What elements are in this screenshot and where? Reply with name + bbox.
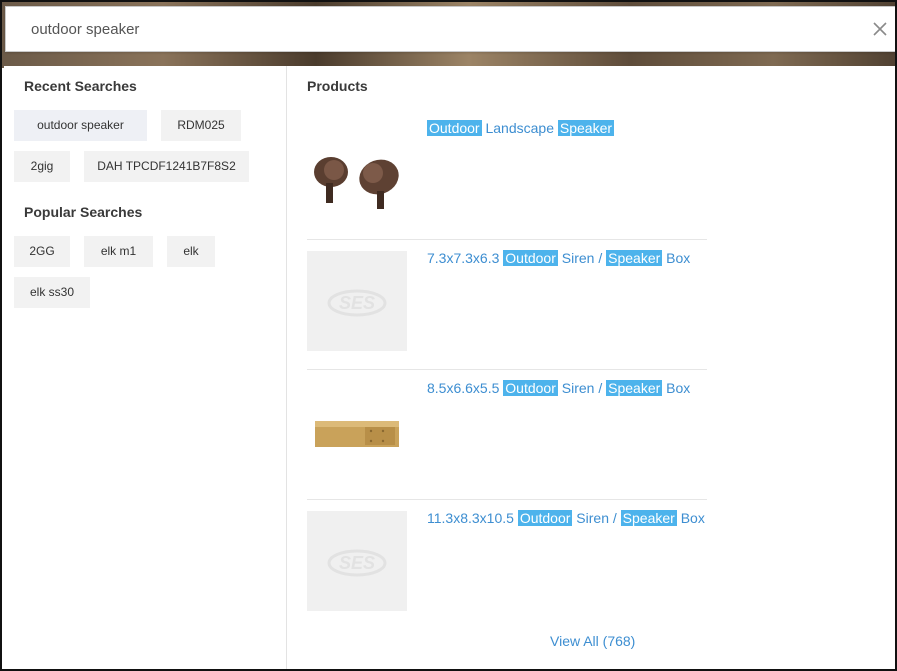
product-item[interactable]: SES 11.3x8.3x10.5 Outdoor Siren / Speake… [307, 500, 707, 630]
recent-search-chip[interactable]: RDM025 [161, 110, 241, 141]
svg-text:SES: SES [339, 553, 375, 573]
brass-box-photo [307, 381, 407, 481]
highlighted-term: Speaker [620, 510, 677, 526]
view-all-link[interactable]: View All (768) [550, 633, 635, 649]
recent-searches-title: Recent Searches [24, 78, 137, 94]
title-text: 7.3x7.3x6.3 [427, 250, 504, 266]
landscape-speaker-photo [307, 125, 407, 225]
product-item[interactable]: Outdoor Landscape Speaker [307, 110, 707, 240]
product-item[interactable]: 8.5x6.6x5.5 Outdoor Siren / Speaker Box [307, 370, 707, 500]
search-overlay: Recent Searches outdoor speaker RDM025 2… [0, 0, 897, 671]
product-title-link[interactable]: Outdoor Landscape Speaker [427, 120, 615, 136]
popular-search-chip[interactable]: elk m1 [84, 236, 153, 267]
recent-search-chip[interactable]: outdoor speaker [14, 110, 147, 141]
highlighted-term: Outdoor [503, 250, 558, 266]
highlighted-term: Speaker [557, 120, 615, 136]
close-icon[interactable] [870, 19, 890, 39]
products-column: Products Outdoor Landscape Speaker SES 7… [288, 66, 895, 669]
recent-search-chip[interactable]: 2gig [14, 151, 70, 182]
suggestions-column: Recent Searches outdoor speaker RDM025 2… [4, 66, 287, 669]
placeholder-logo: SES [307, 511, 407, 611]
popular-searches-title: Popular Searches [24, 204, 143, 220]
title-text: Siren / [557, 380, 607, 396]
title-text: 11.3x8.3x10.5 [427, 510, 518, 526]
title-text: Box [662, 250, 691, 266]
highlighted-term: Outdoor [517, 510, 573, 526]
highlighted-term: Outdoor [427, 120, 482, 136]
svg-text:SES: SES [339, 293, 375, 313]
search-input[interactable] [6, 7, 856, 51]
search-results-panel: Recent Searches outdoor speaker RDM025 2… [4, 66, 895, 669]
title-text: Landscape [481, 120, 558, 136]
popular-search-chip[interactable]: elk [167, 236, 215, 267]
popular-search-chip[interactable]: 2GG [14, 236, 70, 267]
product-title-link[interactable]: 7.3x7.3x6.3 Outdoor Siren / Speaker Box [427, 250, 690, 266]
popular-search-chip[interactable]: elk ss30 [14, 277, 90, 308]
title-text: Siren / [557, 250, 607, 266]
products-title: Products [307, 78, 368, 94]
title-text: 8.5x6.6x5.5 [427, 380, 504, 396]
product-title-link[interactable]: 11.3x8.3x10.5 Outdoor Siren / Speaker Bo… [427, 510, 705, 526]
title-text: Box [676, 510, 705, 526]
product-item[interactable]: SES 7.3x7.3x6.3 Outdoor Siren / Speaker … [307, 240, 707, 370]
title-text: Box [662, 380, 691, 396]
highlighted-term: Speaker [606, 380, 663, 396]
search-bar [5, 6, 895, 52]
product-title-link[interactable]: 8.5x6.6x5.5 Outdoor Siren / Speaker Box [427, 380, 690, 396]
highlighted-term: Speaker [606, 250, 663, 266]
title-text: Siren / [572, 510, 621, 526]
placeholder-logo: SES [307, 251, 407, 351]
highlighted-term: Outdoor [503, 380, 558, 396]
recent-search-chip[interactable]: DAH TPCDF1241B7F8S2 [84, 151, 249, 182]
